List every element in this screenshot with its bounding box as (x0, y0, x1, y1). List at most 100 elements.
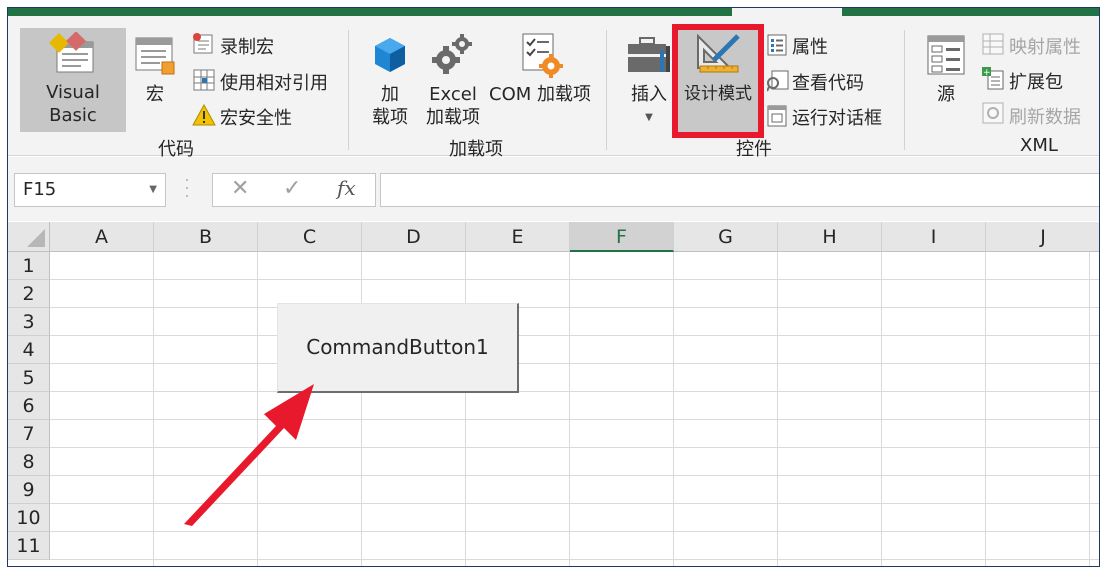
macros-button[interactable]: 宏 (130, 28, 180, 132)
com-addins-button[interactable]: COM 加载项 (486, 28, 594, 132)
formula-input[interactable] (380, 173, 1099, 207)
formula-bar: F15 ▼ · · · ✕ ✓ fx (8, 157, 1099, 221)
properties-icon (767, 34, 787, 56)
record-macro-icon (193, 33, 213, 54)
xml-source-button[interactable]: 源 (922, 28, 970, 132)
grid-line (50, 307, 1099, 308)
macros-label: 宏 (146, 84, 164, 105)
toolbox-icon (628, 37, 670, 72)
grid-line (50, 335, 1099, 336)
column-header-a[interactable]: A (50, 222, 154, 252)
column-header-j[interactable]: J (986, 222, 1099, 252)
cancel-icon[interactable]: ✕ (231, 176, 249, 201)
visual-basic-button-content[interactable]: Visual Basic (20, 28, 126, 132)
warning-icon (192, 104, 216, 126)
name-box[interactable]: F15 ▼ (14, 173, 166, 207)
grid-line (465, 252, 466, 566)
xml-source-label: 源 (937, 84, 955, 105)
view-code-button[interactable]: 查看代码 (792, 69, 864, 95)
row-header-2[interactable]: 2 (8, 280, 50, 308)
insert-control-button[interactable]: 插入 ▼ (622, 28, 676, 132)
chevron-down-icon[interactable]: ▼ (149, 174, 157, 206)
title-strip (8, 8, 1099, 16)
group-separator (904, 30, 905, 150)
addins-button[interactable]: 加 载项 (364, 28, 416, 132)
xml-group-label: XML (1020, 135, 1058, 156)
macro-security-button[interactable]: 宏安全性 (220, 104, 292, 130)
row-header-10[interactable]: 10 (8, 504, 50, 532)
svg-text:+: + (983, 68, 991, 78)
grid-line (985, 252, 986, 566)
column-header-c[interactable]: C (258, 222, 362, 252)
addins-label-2: 载项 (372, 107, 408, 128)
run-dialog-button[interactable]: 运行对话框 (792, 104, 882, 130)
column-header-g[interactable]: G (674, 222, 778, 252)
grid-line (1089, 252, 1090, 566)
grid-line (361, 252, 362, 566)
chevron-down-icon: ▼ (645, 112, 653, 123)
expansion-packs-icon: + (982, 67, 1004, 90)
row-header-9[interactable]: 9 (8, 476, 50, 504)
row-header-3[interactable]: 3 (8, 308, 50, 336)
refresh-data-button[interactable]: 刷新数据 (1009, 103, 1081, 129)
excel-addins-label-2: 加载项 (426, 107, 480, 128)
design-mode-button[interactable]: 设计模式 (672, 24, 764, 138)
insert-label: 插入 (631, 84, 667, 105)
row-header-7[interactable]: 7 (8, 420, 50, 448)
developer-ribbon: Visual Basic 宏 录制宏 使用相对引用 宏安全性 代码 加 载项 E… (8, 16, 1099, 160)
red-arrow-annotation (184, 384, 314, 526)
view-code-icon (767, 70, 789, 92)
row-header-4[interactable]: 4 (8, 336, 50, 364)
name-box-value: F15 (23, 179, 57, 200)
design-mode-icon (697, 33, 740, 73)
macros-icon (135, 37, 175, 75)
drag-handle[interactable]: · · · (182, 174, 192, 204)
column-header-b[interactable]: B (154, 222, 258, 252)
group-separator (606, 30, 607, 150)
formula-buttons: ✕ ✓ fx (212, 173, 376, 207)
com-addins-label: COM 加载项 (489, 84, 591, 105)
select-all-button[interactable] (8, 222, 50, 252)
grid-line (50, 363, 1099, 364)
map-properties-icon (982, 33, 1004, 55)
insert-function-icon[interactable]: fx (337, 176, 356, 200)
map-properties-button[interactable]: 映射属性 (1009, 33, 1081, 59)
column-header-d[interactable]: D (362, 222, 466, 252)
visual-basic-label: Visual Basic (46, 82, 100, 126)
grid-line (50, 531, 1099, 532)
properties-button[interactable]: 属性 (792, 33, 828, 59)
xml-source-icon (927, 35, 965, 75)
column-header-f[interactable]: F (570, 222, 674, 252)
run-dialog-icon (767, 105, 787, 127)
row-header-8[interactable]: 8 (8, 448, 50, 476)
expansion-packs-button[interactable]: 扩展包 (1009, 68, 1063, 94)
use-relative-refs-button[interactable]: 使用相对引用 (220, 69, 328, 95)
com-addins-icon (522, 33, 563, 78)
row-header-1[interactable]: 1 (8, 252, 50, 280)
enter-icon[interactable]: ✓ (283, 176, 301, 201)
grid-line (777, 252, 778, 566)
row-header-5[interactable]: 5 (8, 364, 50, 392)
column-header-h[interactable]: H (778, 222, 882, 252)
group-separator (348, 30, 349, 150)
row-header-6[interactable]: 6 (8, 392, 50, 420)
visual-basic-icon (49, 32, 94, 73)
addins-label-1: 加 (381, 84, 399, 105)
grid-line (881, 252, 882, 566)
excel-window: Visual Basic 宏 录制宏 使用相对引用 宏安全性 代码 加 载项 E… (7, 7, 1100, 567)
grid-line (50, 279, 1099, 280)
design-mode-label: 设计模式 (684, 84, 752, 104)
excel-addins-label-1: Excel (429, 84, 477, 105)
refresh-data-icon (982, 102, 1004, 124)
grid-line (50, 559, 1099, 560)
column-header-i[interactable]: I (882, 222, 986, 252)
record-macro-button[interactable]: 录制宏 (220, 33, 274, 59)
excel-addins-button[interactable]: Excel 加载项 (422, 28, 484, 132)
worksheet-grid: A B C D E F G H I J 1 2 3 4 5 6 7 8 9 10 11 CommandButton1 (8, 222, 1099, 566)
row-header-11[interactable]: 11 (8, 532, 50, 560)
column-header-e[interactable]: E (466, 222, 570, 252)
relative-refs-icon (193, 69, 215, 91)
grid-line (153, 252, 154, 566)
gear-icon (432, 34, 472, 74)
grid-line (569, 252, 570, 566)
